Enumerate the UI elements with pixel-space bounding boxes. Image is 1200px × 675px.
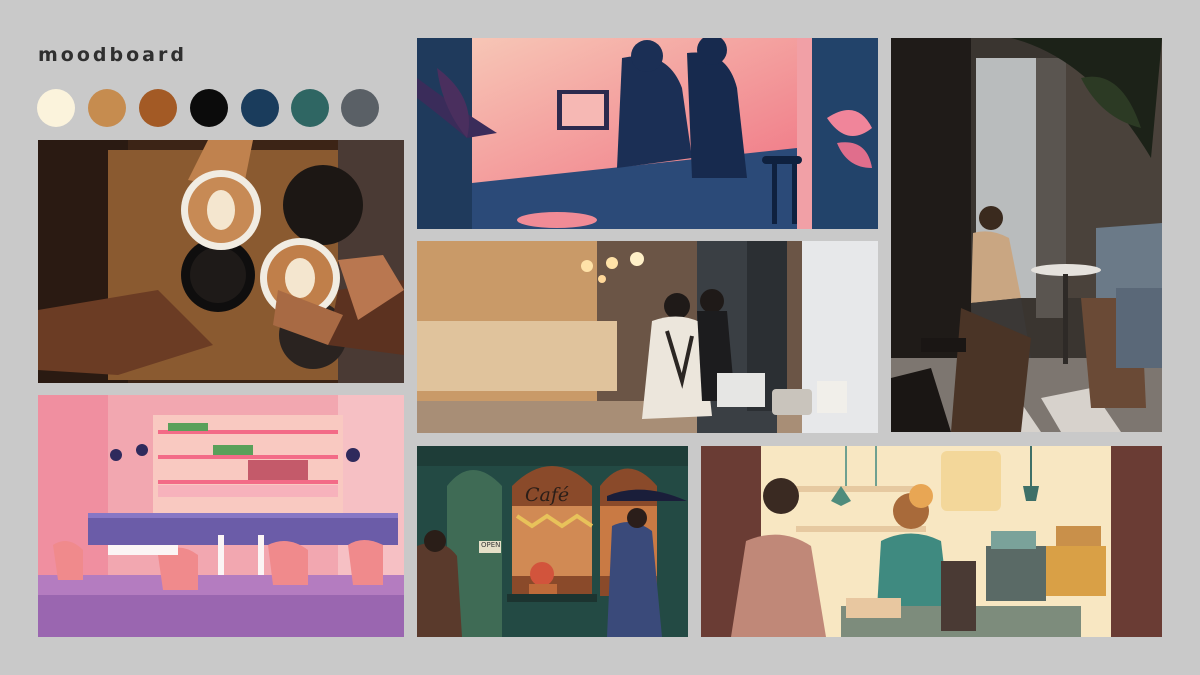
swatch-navy (241, 89, 279, 127)
photo-coffee-cheers (38, 140, 404, 383)
photo-woman-cafe-seat (891, 38, 1162, 432)
swatch-teal (291, 89, 329, 127)
swatch-caramel (88, 89, 126, 127)
swatch-brown (139, 89, 177, 127)
illustration-cafe-window-pink (417, 38, 878, 229)
moodboard-title: moodboard (38, 44, 187, 66)
swatch-cream (37, 89, 75, 127)
photo-barista-counter (417, 241, 878, 433)
illustration-barista-customer (701, 446, 1162, 637)
swatch-slate (341, 89, 379, 127)
cafe-sign-text: Café (525, 484, 570, 506)
illustration-rainy-cafe: Café OPEN (417, 446, 688, 637)
illustration-pink-cafe-interior (38, 395, 404, 637)
open-sign-text: OPEN (481, 541, 501, 549)
swatch-black (190, 89, 228, 127)
